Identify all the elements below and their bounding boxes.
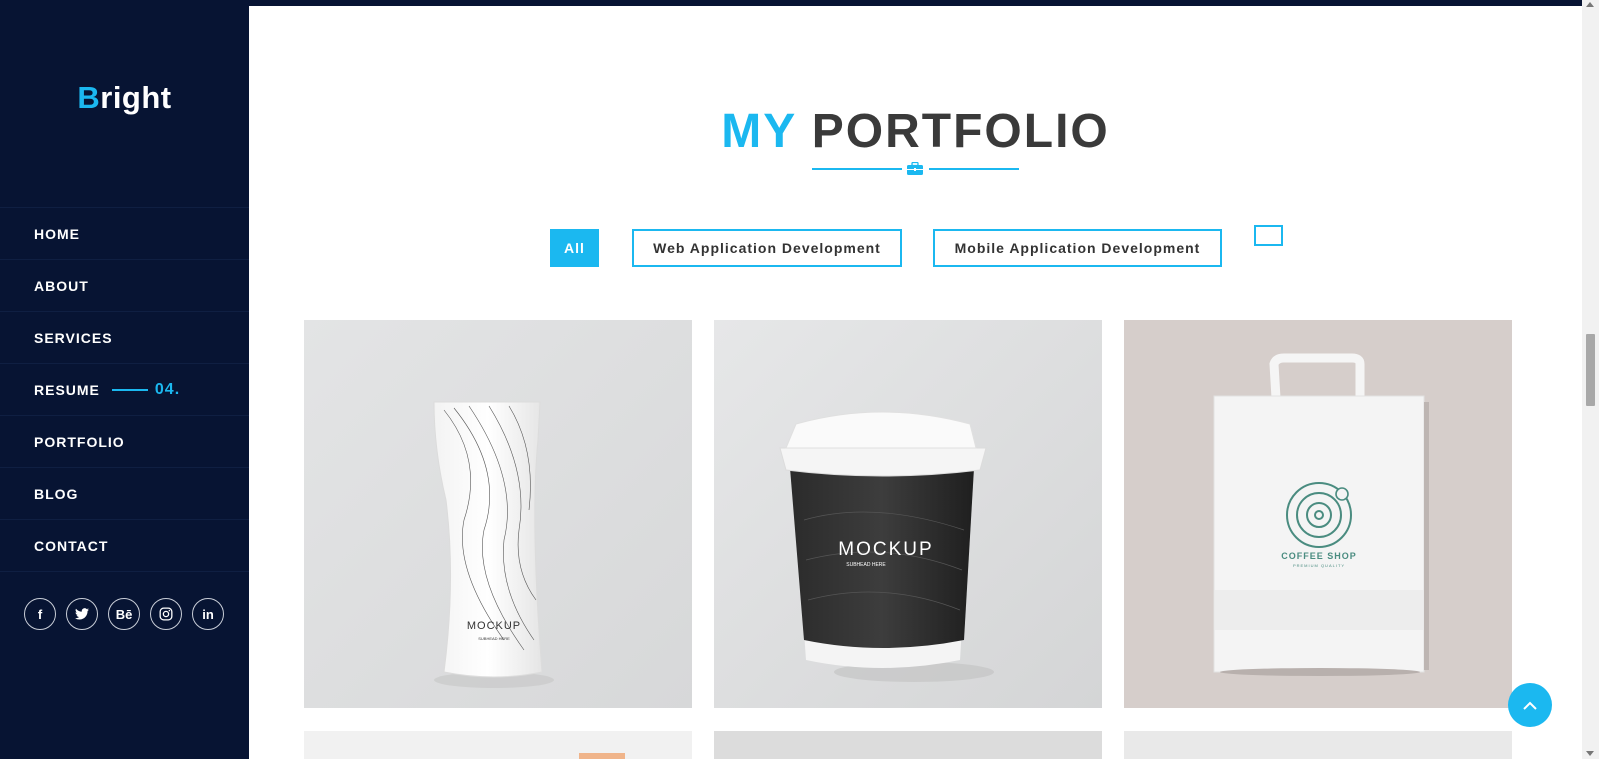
twitter-icon[interactable] [66,598,98,630]
portfolio-item-row2-2[interactable] [714,731,1102,759]
scrollbar-thumb[interactable] [1586,334,1595,406]
portfolio-item-bag[interactable]: COFFEE SHOP PREMIUM QUALITY [1124,320,1512,708]
nav-item-resume[interactable]: RESUME 04. [0,364,249,416]
title-divider [812,162,1019,176]
svg-text:MOCKUP: MOCKUP [467,620,521,632]
chevron-up-icon [1523,701,1537,710]
active-indicator-line [111,388,148,391]
divider-line-right [929,168,1019,170]
nav-item-number: 04. [154,380,181,398]
portfolio-item-row2-1[interactable] [304,731,692,759]
divider-line-left [812,168,902,170]
linkedin-icon[interactable]: in [192,598,224,630]
sidebar: Bright HOME ABOUT SERVICES RESUME 04. PO… [0,0,249,759]
instagram-icon[interactable] [150,598,182,630]
nav-item-contact[interactable]: CONTACT [0,520,249,572]
social-links: f Bē in [24,598,224,630]
section-title-rest: PORTFOLIO [811,105,1110,158]
section-title: MY PORTFOLIO [249,104,1582,159]
portfolio-item-row2-3[interactable] [1124,731,1512,759]
svg-text:PREMIUM QUALITY: PREMIUM QUALITY [1293,563,1345,568]
scroll-up-arrow-icon[interactable] [1586,2,1594,7]
svg-text:COFFEE SHOP: COFFEE SHOP [1281,551,1357,561]
briefcase-icon [907,162,923,175]
facebook-icon[interactable]: f [24,598,56,630]
filter-mobile-app-button[interactable]: Mobile Application Development [933,229,1222,267]
filter-empty-button[interactable] [1254,225,1283,246]
cup-mockup-image: MOCKUP SUBHEAD HERE [714,320,1102,708]
nav-item-portfolio[interactable]: PORTFOLIO [0,416,249,468]
behance-icon[interactable]: Bē [108,598,140,630]
pouch-mockup-image: MOCKUP SUBHEAD HERE [304,320,692,708]
nav-item-services[interactable]: SERVICES [0,312,249,364]
brand-logo[interactable]: Bright [0,80,249,116]
svg-text:MOCKUP: MOCKUP [838,539,933,560]
row2-1-accent [579,753,625,759]
portfolio-section: MY PORTFOLIO All Web Application Develop… [249,6,1582,759]
portfolio-item-pouch[interactable]: MOCKUP SUBHEAD HERE [304,320,692,708]
main-nav: HOME ABOUT SERVICES RESUME 04. PORTFOLIO… [0,207,249,572]
brand-initial: B [77,80,101,115]
nav-item-about[interactable]: ABOUT [0,260,249,312]
section-title-accent: MY [721,105,797,158]
portfolio-item-cup[interactable]: MOCKUP SUBHEAD HERE [714,320,1102,708]
brand-rest: right [100,80,172,115]
filter-all-button[interactable]: All [550,229,599,267]
scroll-to-top-button[interactable] [1508,683,1552,727]
svg-text:SUBHEAD HERE: SUBHEAD HERE [478,636,510,641]
bag-mockup-image: COFFEE SHOP PREMIUM QUALITY [1124,320,1512,708]
svg-text:SUBHEAD HERE: SUBHEAD HERE [846,562,886,568]
nav-item-blog[interactable]: BLOG [0,468,249,520]
filter-web-app-button[interactable]: Web Application Development [632,229,902,267]
page-scrollbar[interactable] [1582,0,1599,759]
nav-item-home[interactable]: HOME [0,208,249,260]
scroll-down-arrow-icon[interactable] [1586,751,1594,756]
